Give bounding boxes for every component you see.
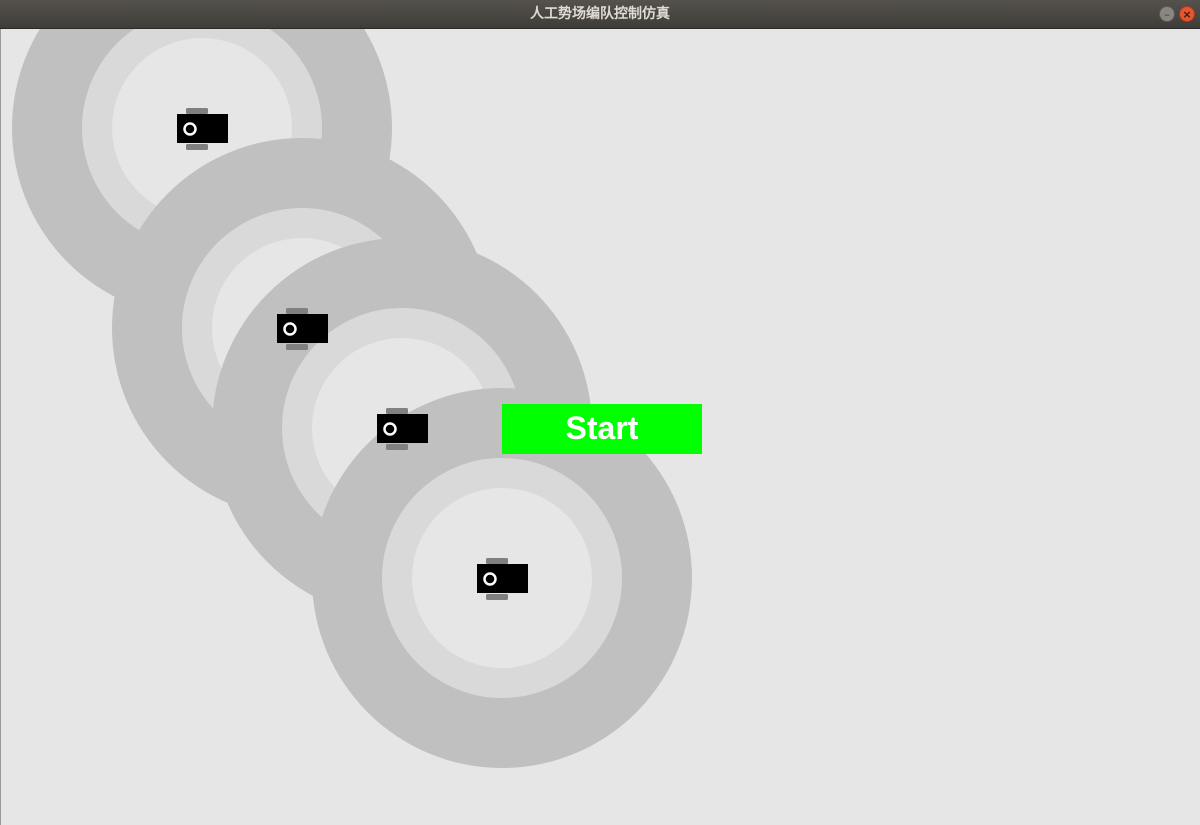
robot-wheel-bottom <box>286 344 308 350</box>
simulation-canvas[interactable]: Start <box>0 29 1200 825</box>
robot-wheel-bottom <box>386 444 408 450</box>
robot-wheel-bottom <box>186 144 208 150</box>
start-button[interactable]: Start <box>502 404 702 454</box>
robot-wheel-top <box>486 558 508 564</box>
robot-wheel-top <box>386 408 408 414</box>
minimize-button[interactable]: – <box>1159 6 1175 22</box>
window-titlebar: 人工势场编队控制仿真 – × <box>0 0 1200 29</box>
window-title: 人工势场编队控制仿真 <box>530 6 670 22</box>
close-button[interactable]: × <box>1179 6 1195 22</box>
robot-wheel-top <box>186 108 208 114</box>
robot-wheel-top <box>286 308 308 314</box>
robot-wheel-bottom <box>486 594 508 600</box>
